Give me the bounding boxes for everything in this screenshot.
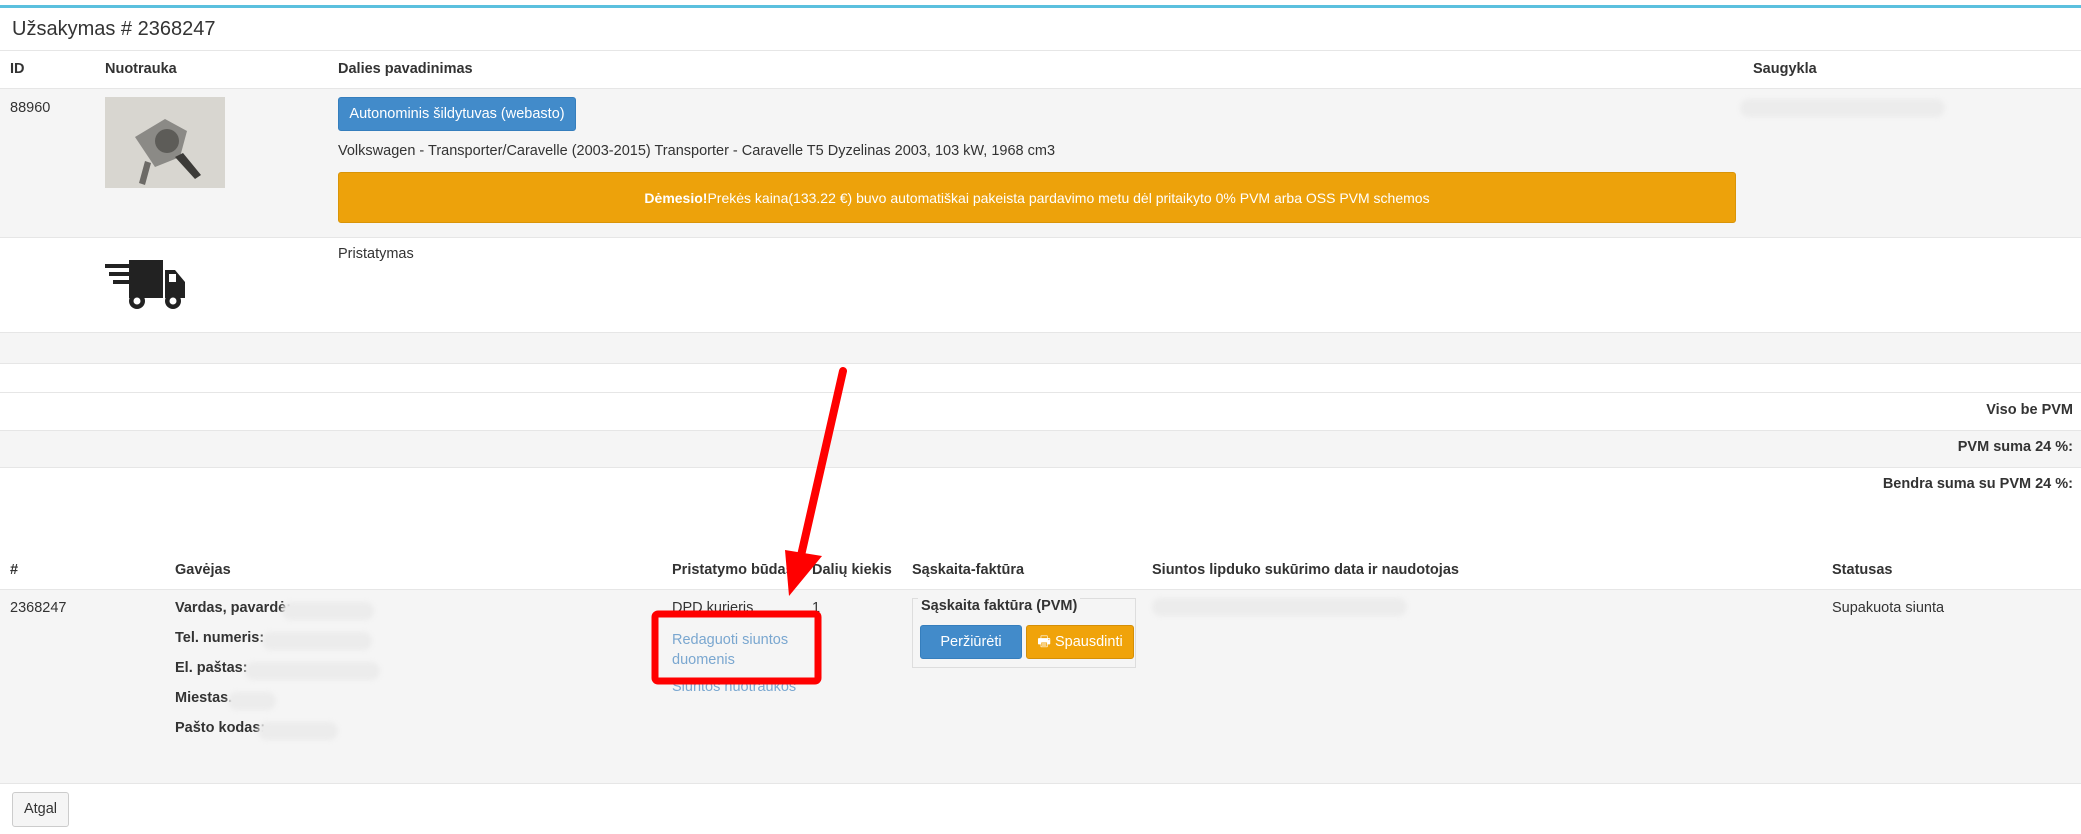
annotation-arrow-head xyxy=(785,550,822,596)
annotation-highlight-box xyxy=(651,610,822,685)
annotation-overlay xyxy=(651,367,847,685)
annotation-arrow-shaft xyxy=(796,367,847,564)
order-page: Užsakymas # 2368247 ID Nuotrauka Dalies … xyxy=(0,0,2081,834)
